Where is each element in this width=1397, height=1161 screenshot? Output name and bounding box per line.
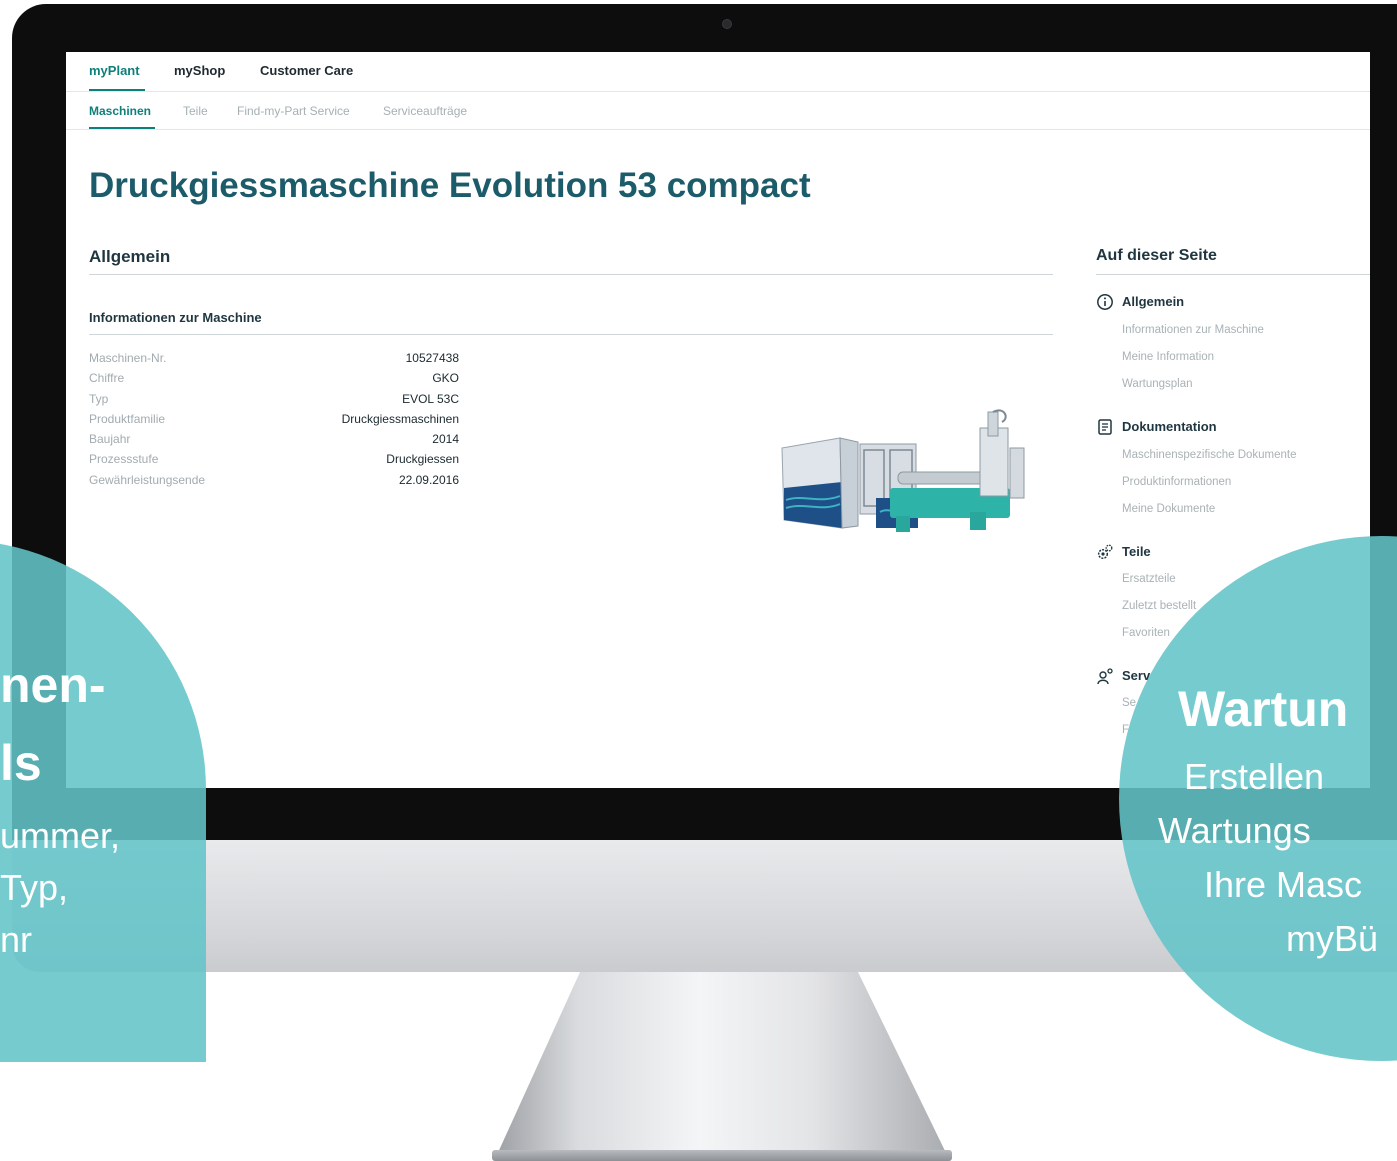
info-value: EVOL 53C (402, 391, 459, 406)
bubble-right-text-2: Wartungs (1158, 810, 1311, 851)
toc-title: Auf dieser Seite (1096, 247, 1217, 264)
info-value: 2014 (432, 432, 459, 447)
gears-icon (1097, 544, 1113, 560)
info-icon (1097, 294, 1113, 310)
info-row: Maschinen-Nr. 10527438 (89, 351, 459, 371)
info-label: Chiffre (89, 371, 125, 386)
bubble-right-heading: Wartun (1178, 681, 1349, 737)
bubble-left-text-1: ummer, (0, 815, 121, 856)
toc-link[interactable]: Wartungsplan (1122, 378, 1193, 390)
toc-link[interactable]: Meine Dokumente (1122, 503, 1215, 515)
camera-dot (722, 19, 732, 29)
toc-link[interactable]: Favoriten (1122, 627, 1170, 639)
subnav-find-my-part[interactable]: Find-my-Part Service (237, 104, 350, 118)
bubble-left-text-3: nr (0, 919, 33, 960)
info-label: Baujahr (89, 432, 131, 447)
machine-info-table: Maschinen-Nr. 10527438 Chiffre GKO Typ E… (89, 351, 459, 493)
top-navigation: myPlant myShop Customer Care (66, 52, 1370, 92)
info-label: Maschinen-Nr. (89, 351, 167, 365)
subnav-active-indicator (89, 127, 155, 129)
info-label: Typ (89, 391, 109, 406)
subsection-divider (89, 334, 1053, 335)
info-row: Baujahr 2014 (89, 432, 459, 452)
toc-link[interactable]: Meine Information (1122, 351, 1214, 363)
section-divider (89, 274, 1053, 275)
info-value: 10527438 (405, 351, 459, 365)
topnav-myplant[interactable]: myPlant (89, 63, 140, 78)
document-icon (1098, 419, 1112, 435)
marketing-stage: myPlant myShop Customer Care Maschinen T… (0, 0, 1397, 1161)
bubble-left-text-2: Typ, (0, 867, 69, 908)
info-label: Produktfamilie (89, 411, 166, 426)
subsection-title: Informationen zur Maschine (89, 310, 262, 325)
toc-group-label: Dokumentation (1122, 419, 1217, 434)
info-value: GKO (432, 371, 459, 386)
topnav-customer-care[interactable]: Customer Care (260, 63, 353, 78)
subnav-maschinen[interactable]: Maschinen (89, 104, 151, 118)
bubble-right-text-1: Erstellen (1184, 756, 1325, 797)
bubble-right-text-3: Ihre Masc (1204, 864, 1363, 905)
info-row: Chiffre GKO (89, 371, 459, 391)
toc-link[interactable]: Maschinenspezifische Dokumente (1122, 449, 1297, 461)
monitor-stand (496, 972, 948, 1157)
toc-link[interactable]: Zuletzt bestellt (1122, 600, 1196, 612)
toc-group-label: Allgemein (1122, 294, 1185, 309)
toc-link[interactable]: Produktinformationen (1122, 476, 1231, 488)
info-row: Prozessstufe Druckgiessen (89, 452, 459, 472)
machine-image (781, 409, 1025, 532)
info-row: Produktfamilie Druckgiessmaschinen (89, 412, 459, 432)
toc-link[interactable]: Se (1122, 697, 1136, 709)
bubble-left-heading-2: ls (0, 735, 42, 791)
monitor-stand-foot (492, 1150, 952, 1161)
info-row: Gewährleistungsende 22.09.2016 (89, 473, 459, 493)
info-value: 22.09.2016 (398, 472, 459, 487)
bubble-left-heading-1: nen- (0, 657, 106, 713)
toc-link[interactable]: Informationen zur Maschine (1122, 324, 1264, 336)
sub-navigation: Maschinen Teile Find-my-Part Service Ser… (66, 92, 1370, 130)
topnav-active-indicator (89, 89, 145, 91)
subnav-teile[interactable]: Teile (183, 104, 208, 118)
bubble-right-text-4: myBü (1286, 918, 1379, 959)
toc-group-label: Teile (1122, 544, 1151, 559)
section-title: Allgemein (89, 247, 171, 266)
info-row: Typ EVOL 53C (89, 392, 459, 412)
services-icon (1097, 668, 1113, 685)
subnav-serviceauftraege[interactable]: Serviceaufträge (383, 104, 467, 118)
topnav-myshop[interactable]: myShop (174, 63, 225, 78)
page-title: Druckgiessmaschine Evolution 53 compact (89, 166, 811, 205)
info-value: Druckgiessmaschinen (341, 411, 459, 426)
toc-divider (1096, 274, 1370, 275)
info-value: Druckgiessen (386, 452, 459, 467)
info-label: Gewährleistungsende (89, 472, 206, 487)
info-label: Prozessstufe (89, 452, 159, 467)
toc-link[interactable]: Ersatzteile (1122, 573, 1176, 585)
